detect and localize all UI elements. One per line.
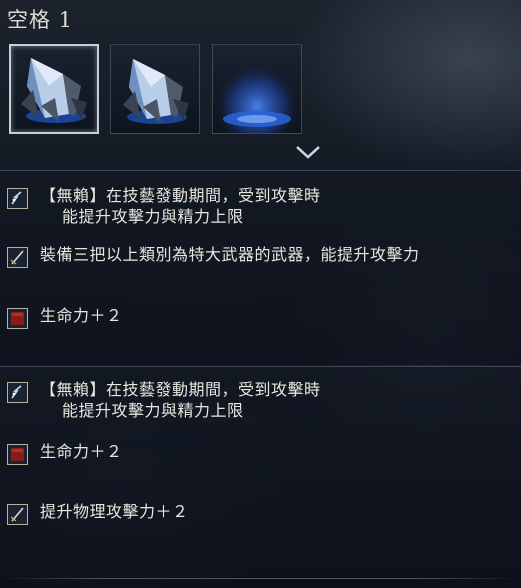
effect-line-1: 生命力＋２ bbox=[40, 306, 123, 325]
effect-text: 生命力＋２ bbox=[40, 305, 123, 326]
effect-row: 【無賴】在技藝發動期間，受到攻擊時 能提升攻擊力與精力上限 bbox=[7, 379, 321, 421]
effect-row: 裝備三把以上類別為特大武器的武器，能提升攻擊力 bbox=[7, 244, 420, 268]
effect-group-2: 【無賴】在技藝發動期間，受到攻擊時 能提升攻擊力與精力上限 生命力＋２ 提升物理… bbox=[0, 366, 521, 575]
effect-group-1: 【無賴】在技藝發動期間，受到攻擊時 能提升攻擊力與精力上限 裝備三把以上類別為特… bbox=[0, 170, 521, 365]
effect-line-1: 裝備三把以上類別為特大武器的武器，能提升攻擊力 bbox=[40, 245, 420, 264]
effect-line-2: 能提升攻擊力與精力上限 bbox=[62, 207, 244, 226]
effect-line-1: 提升物理攻擊力＋２ bbox=[40, 502, 189, 521]
lightning-skill-icon bbox=[7, 382, 28, 403]
slot-1-crystal[interactable] bbox=[9, 44, 99, 134]
slot-title: 空格 1 bbox=[7, 8, 74, 32]
crystal-shard-icon bbox=[21, 58, 87, 123]
effect-text: 生命力＋２ bbox=[40, 441, 123, 462]
effect-line-1: 【無賴】在技藝發動期間，受到攻擊時 bbox=[40, 186, 321, 205]
red-vitality-icon bbox=[7, 444, 28, 465]
slot-3-empty[interactable] bbox=[212, 44, 302, 134]
effect-row: 生命力＋２ bbox=[7, 305, 123, 329]
sword-icon bbox=[7, 504, 28, 525]
sword-icon bbox=[7, 247, 28, 268]
effect-line-1: 【無賴】在技藝發動期間，受到攻擊時 bbox=[40, 380, 321, 399]
blue-glow-empty-icon bbox=[213, 45, 301, 133]
chevron-down-icon[interactable] bbox=[294, 144, 322, 160]
crystal-shard-icon bbox=[123, 59, 189, 124]
effect-text: 【無賴】在技藝發動期間，受到攻擊時 能提升攻擊力與精力上限 bbox=[40, 379, 321, 421]
red-vitality-icon bbox=[7, 308, 28, 329]
bottom-divider bbox=[0, 578, 521, 579]
lightning-skill-icon bbox=[7, 188, 28, 209]
effect-row: 提升物理攻擊力＋２ bbox=[7, 501, 189, 525]
effect-row: 生命力＋２ bbox=[7, 441, 123, 465]
effect-row: 【無賴】在技藝發動期間，受到攻擊時 能提升攻擊力與精力上限 bbox=[7, 185, 321, 227]
slot-2-crystal[interactable] bbox=[110, 44, 200, 134]
effect-line-2: 能提升攻擊力與精力上限 bbox=[62, 401, 244, 420]
effect-text: 裝備三把以上類別為特大武器的武器，能提升攻擊力 bbox=[40, 244, 420, 265]
effect-line-1: 生命力＋２ bbox=[40, 442, 123, 461]
effect-text: 【無賴】在技藝發動期間，受到攻擊時 能提升攻擊力與精力上限 bbox=[40, 185, 321, 227]
effect-text: 提升物理攻擊力＋２ bbox=[40, 501, 189, 522]
